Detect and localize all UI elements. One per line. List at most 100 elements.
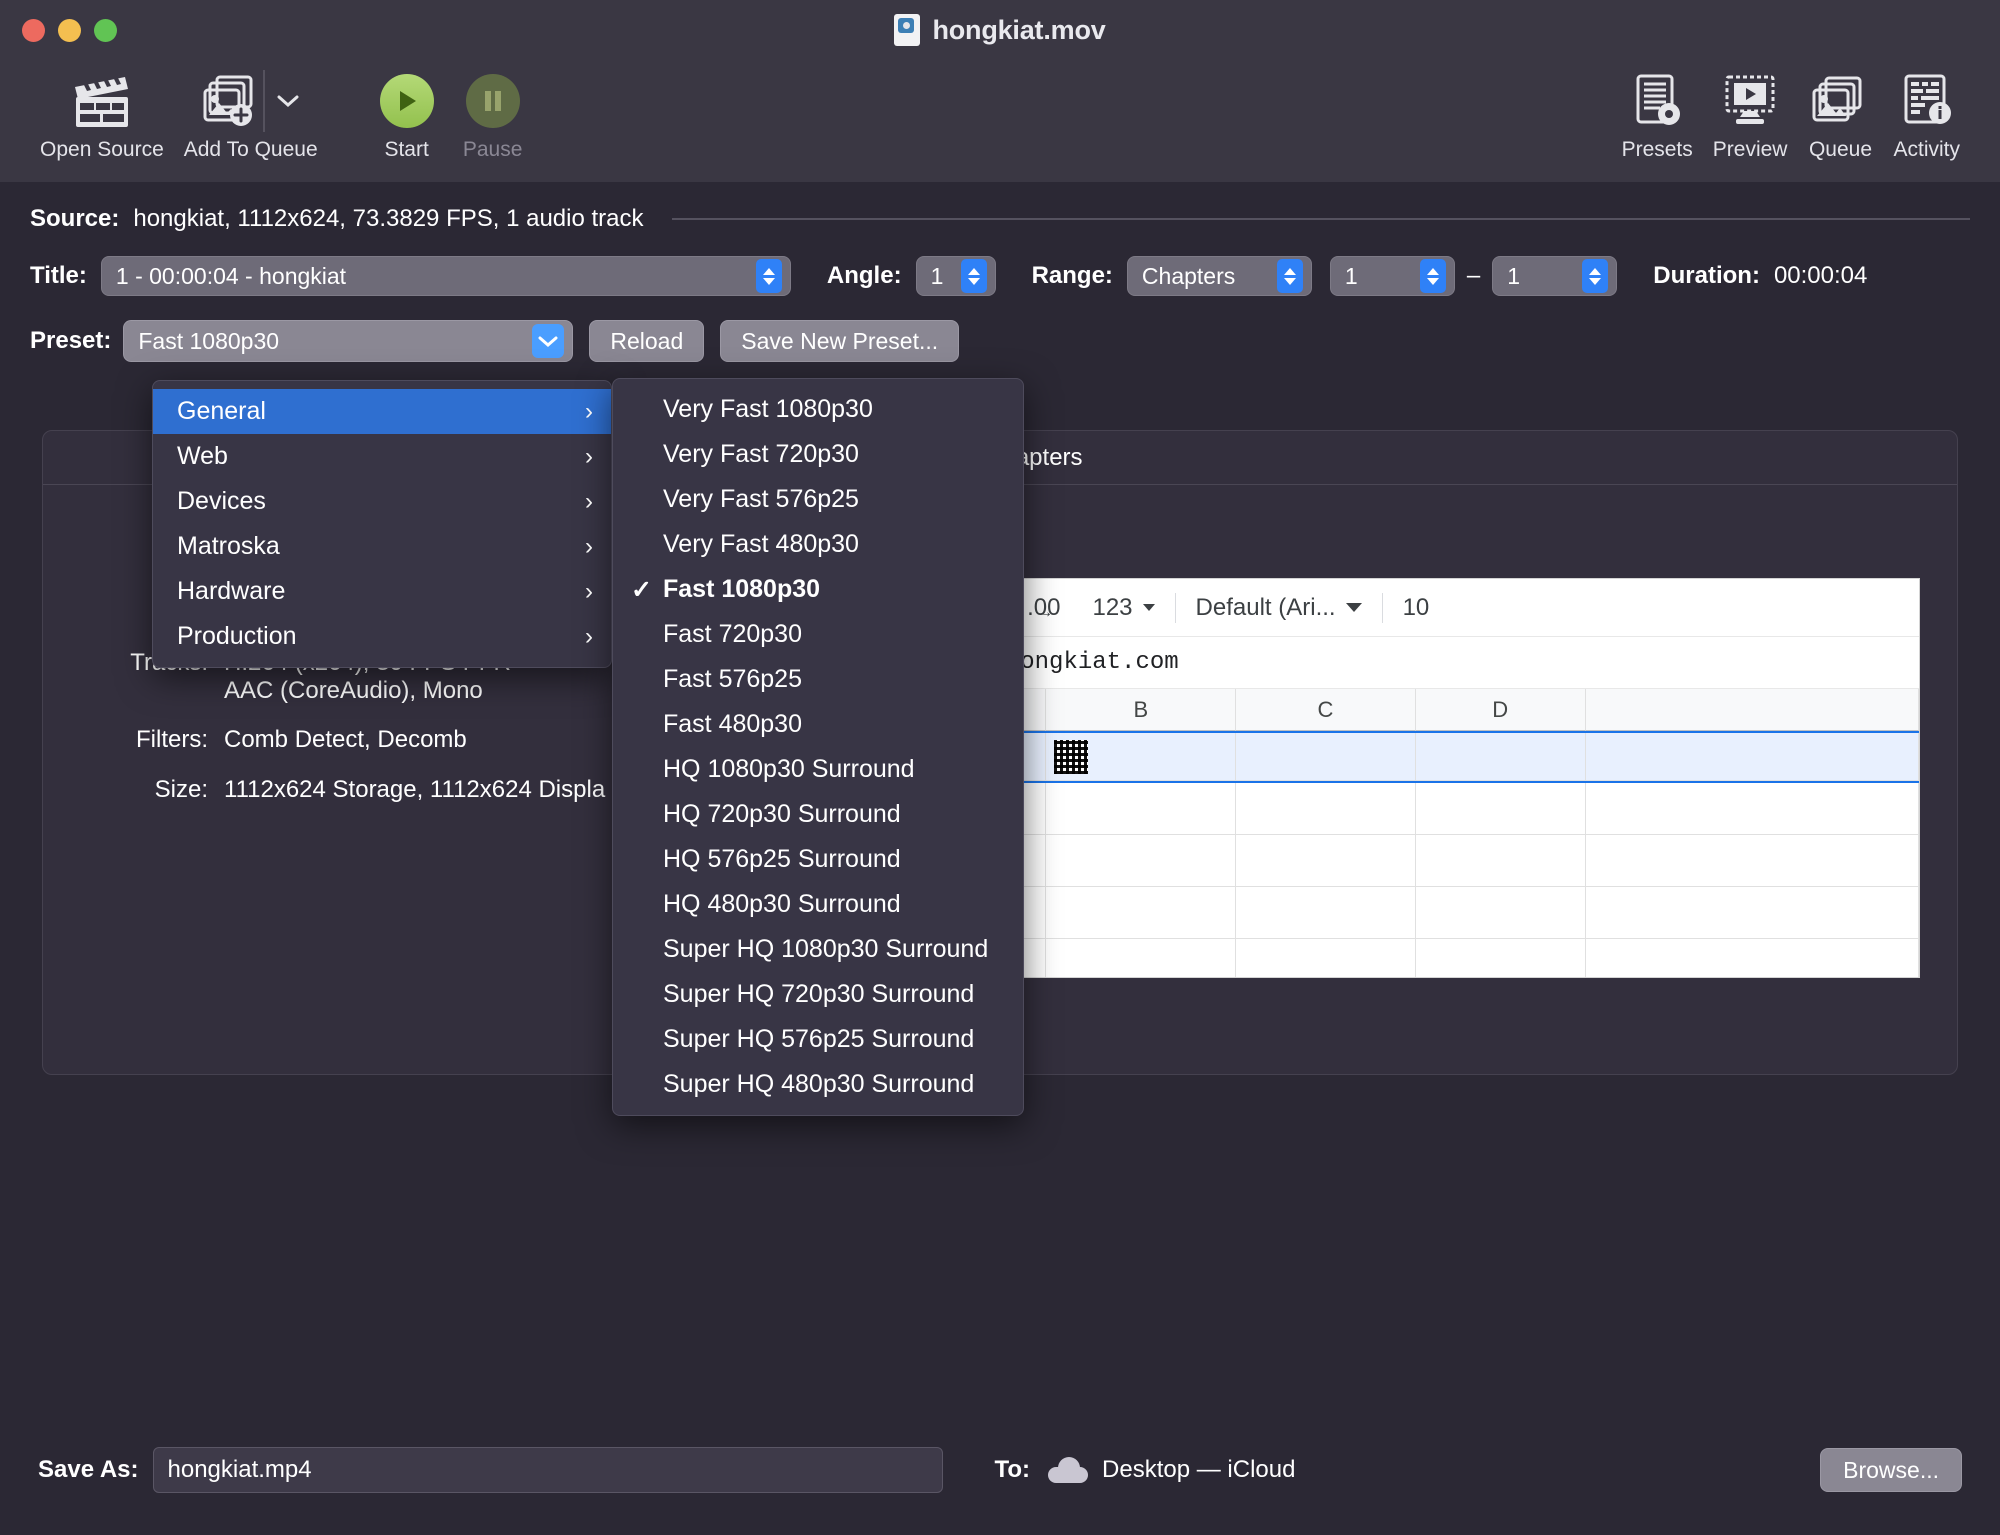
angle-label: Angle: xyxy=(826,262,902,289)
menu-item-label: Super HQ 1080p30 Surround xyxy=(663,935,989,963)
chevron-down-icon[interactable] xyxy=(532,324,565,358)
submenu-item-very-fast-576p25[interactable]: Very Fast 576p25 xyxy=(613,477,1023,522)
browse-button[interactable]: Browse... xyxy=(1820,1448,1962,1492)
chevron-right-icon: › xyxy=(585,442,593,470)
chapter-end-select[interactable]: 1 xyxy=(1492,256,1618,296)
cell-e[interactable] xyxy=(1585,835,1919,887)
maximize-button[interactable] xyxy=(94,18,117,42)
queue-button[interactable]: Queue xyxy=(1797,66,1883,162)
cell-c[interactable] xyxy=(1236,939,1416,977)
angle-stepper[interactable] xyxy=(960,259,987,293)
menu-item-general[interactable]: General › xyxy=(153,389,611,434)
preview-button[interactable]: Preview xyxy=(1703,66,1798,162)
chapter-start-select[interactable]: 1 xyxy=(1329,256,1455,296)
range-select-value: Chapters xyxy=(1141,262,1236,289)
cell-c[interactable] xyxy=(1236,783,1416,835)
arrow-right-icon: → xyxy=(1037,603,1054,621)
submenu-item-fast-720p30[interactable]: Fast 720p30 xyxy=(613,612,1023,657)
menu-item-matroska[interactable]: Matroska › xyxy=(153,524,611,569)
preset-select[interactable]: Fast 1080p30 xyxy=(123,320,574,362)
bottom-bar: Save As: hongkiat.mp4 To: Desktop — iClo… xyxy=(0,1405,2000,1535)
submenu-item-hq-720p30-surround[interactable]: HQ 720p30 Surround xyxy=(613,792,1023,837)
title-row: Title: 1 - 00:00:04 - hongkiat Angle: 1 … xyxy=(30,248,1970,304)
minimize-button[interactable] xyxy=(58,18,81,42)
queue-stack-icon xyxy=(1812,70,1868,132)
save-as-input[interactable]: hongkiat.mp4 xyxy=(152,1447,943,1493)
presets-button[interactable]: Presets xyxy=(1612,66,1703,162)
close-button[interactable] xyxy=(22,18,45,42)
chapter-end-stepper[interactable] xyxy=(1582,259,1609,293)
submenu-item-fast-1080p30[interactable]: ✓ Fast 1080p30 xyxy=(613,567,1023,612)
menu-item-label: HQ 480p30 Surround xyxy=(663,890,901,918)
cell-b[interactable] xyxy=(1046,733,1237,781)
title-stepper[interactable] xyxy=(755,259,782,293)
preset-category-menu[interactable]: General › Web › Devices › Matroska › Har… xyxy=(152,380,612,668)
size-value: 1112x624 Storage, 1112x624 Displa xyxy=(224,776,606,804)
cell-c[interactable] xyxy=(1236,887,1416,939)
chevron-down-icon xyxy=(1345,603,1362,612)
cell-b[interactable] xyxy=(1046,939,1237,977)
cell-b[interactable] xyxy=(1046,835,1237,887)
font-size-input[interactable]: 10 xyxy=(1387,594,1446,622)
range-stepper[interactable] xyxy=(1276,259,1303,293)
submenu-item-very-fast-1080p30[interactable]: Very Fast 1080p30 xyxy=(613,387,1023,432)
cell-b[interactable] xyxy=(1046,887,1237,939)
number-format-menu[interactable]: 123 xyxy=(1076,594,1170,622)
submenu-item-super-hq-720p30-surround[interactable]: Super HQ 720p30 Surround xyxy=(613,972,1023,1017)
cell-e[interactable] xyxy=(1585,783,1919,835)
menu-item-label: Super HQ 576p25 Surround xyxy=(663,1025,975,1053)
cell-e[interactable] xyxy=(1585,887,1919,939)
start-button[interactable]: Start xyxy=(364,66,450,162)
add-to-queue-button[interactable]: Add To Queue xyxy=(174,66,328,162)
number-format-label: 123 xyxy=(1092,593,1133,621)
reload-button[interactable]: Reload xyxy=(589,320,705,362)
cell-d[interactable] xyxy=(1415,835,1586,887)
title-select[interactable]: 1 - 00:00:04 - hongkiat xyxy=(100,256,791,296)
cell-d[interactable] xyxy=(1416,939,1586,977)
cell-e[interactable] xyxy=(1586,939,1919,977)
submenu-item-super-hq-1080p30-surround[interactable]: Super HQ 1080p30 Surround xyxy=(613,927,1023,972)
menu-item-web[interactable]: Web › xyxy=(153,434,611,479)
preset-submenu-general[interactable]: Very Fast 1080p30 Very Fast 720p30 Very … xyxy=(612,378,1024,1116)
menu-item-hardware[interactable]: Hardware › xyxy=(153,569,611,614)
cell-c[interactable] xyxy=(1236,733,1416,781)
open-source-button[interactable]: Open Source xyxy=(30,66,174,162)
submenu-item-very-fast-720p30[interactable]: Very Fast 720p30 xyxy=(613,432,1023,477)
range-select[interactable]: Chapters xyxy=(1126,256,1312,296)
add-to-queue-chevron[interactable] xyxy=(262,70,299,132)
column-header-e[interactable] xyxy=(1585,689,1919,731)
menu-item-production[interactable]: Production › xyxy=(153,614,611,659)
cell-d[interactable] xyxy=(1415,733,1586,781)
column-header-d[interactable]: D xyxy=(1415,689,1586,731)
menu-item-label: Very Fast 1080p30 xyxy=(663,395,873,423)
save-as-label: Save As: xyxy=(38,1456,139,1483)
column-header-b[interactable]: B xyxy=(1046,689,1237,731)
chapter-start-value: 1 xyxy=(1344,262,1358,289)
range-dash: – xyxy=(1466,262,1481,289)
cell-b[interactable] xyxy=(1046,783,1237,835)
cell-c[interactable] xyxy=(1236,835,1416,887)
cell-d[interactable] xyxy=(1415,783,1586,835)
submenu-item-hq-1080p30-surround[interactable]: HQ 1080p30 Surround xyxy=(613,747,1023,792)
font-family-menu[interactable]: Default (Ari... xyxy=(1180,594,1378,622)
submenu-item-fast-576p25[interactable]: Fast 576p25 xyxy=(613,657,1023,702)
save-new-preset-button[interactable]: Save New Preset... xyxy=(720,320,960,362)
submenu-item-super-hq-576p25-surround[interactable]: Super HQ 576p25 Surround xyxy=(613,1017,1023,1062)
open-source-label: Open Source xyxy=(40,138,164,161)
submenu-item-fast-480p30[interactable]: Fast 480p30 xyxy=(613,702,1023,747)
submenu-item-very-fast-480p30[interactable]: Very Fast 480p30 xyxy=(613,522,1023,567)
cell-e[interactable] xyxy=(1585,733,1919,781)
pause-button[interactable]: Pause xyxy=(450,66,536,162)
submenu-item-hq-576p25-surround[interactable]: HQ 576p25 Surround xyxy=(613,837,1023,882)
font-family-label: Default (Ari... xyxy=(1195,593,1336,621)
column-header-c[interactable]: C xyxy=(1236,689,1416,731)
menu-item-devices[interactable]: Devices › xyxy=(153,479,611,524)
submenu-item-super-hq-480p30-surround[interactable]: Super HQ 480p30 Surround xyxy=(613,1062,1023,1107)
submenu-item-hq-480p30-surround[interactable]: HQ 480p30 Surround xyxy=(613,882,1023,927)
cell-d[interactable] xyxy=(1415,887,1586,939)
chapter-start-stepper[interactable] xyxy=(1419,259,1446,293)
window-controls[interactable] xyxy=(22,18,117,42)
activity-button[interactable]: Activity xyxy=(1883,66,1970,162)
angle-select[interactable]: 1 xyxy=(915,256,996,296)
title-select-value: 1 - 00:00:04 - hongkiat xyxy=(115,262,347,289)
